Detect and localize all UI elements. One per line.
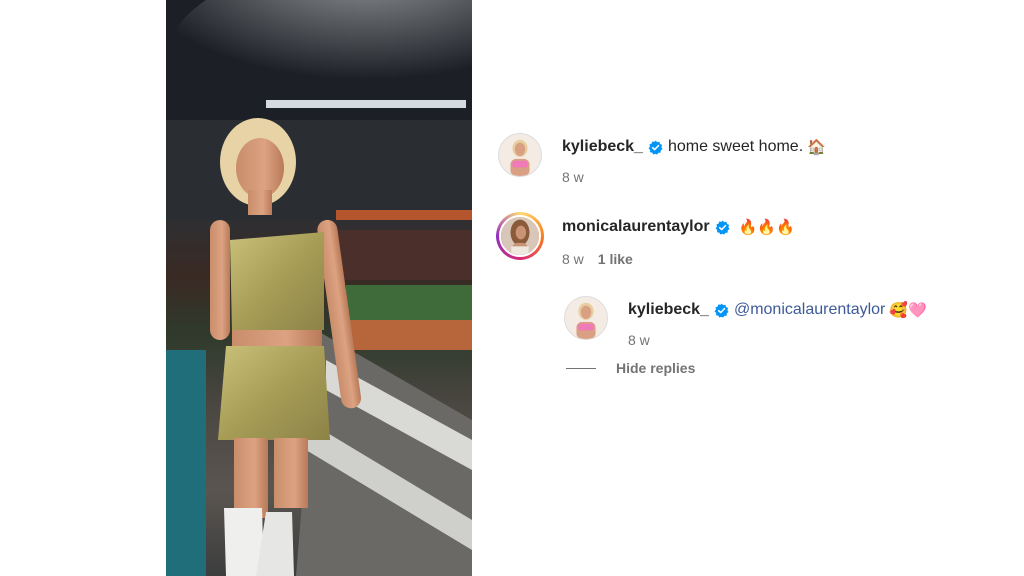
reply-1: kyliebeck_ @monicalaurentaylor 🥰🩷 bbox=[628, 301, 927, 319]
post-photo[interactable] bbox=[166, 0, 472, 576]
comments-panel: kyliebeck_ home sweet home. 🏠 8 w monica… bbox=[472, 0, 1024, 576]
comment-username[interactable]: monicalaurentaylor bbox=[562, 218, 710, 236]
heart-emoji: 🥰🩷 bbox=[889, 301, 927, 319]
fire-emoji: 🔥🔥🔥 bbox=[738, 218, 795, 236]
avatar-kyliebeck[interactable] bbox=[564, 296, 608, 340]
verified-badge-icon bbox=[648, 139, 663, 155]
comment-username[interactable]: kyliebeck_ bbox=[562, 138, 643, 156]
mention-link[interactable]: @monicalaurentaylor bbox=[734, 301, 885, 319]
hide-replies-label: Hide replies bbox=[616, 360, 696, 376]
house-emoji: 🏠 bbox=[807, 138, 826, 156]
comment-text: home sweet home. bbox=[667, 138, 804, 155]
comment-meta: 8 w bbox=[562, 169, 584, 185]
profile-photo bbox=[565, 297, 607, 339]
stadium-photo bbox=[166, 0, 472, 576]
reply-username[interactable]: kyliebeck_ bbox=[628, 301, 709, 319]
profile-photo bbox=[499, 134, 541, 176]
comment-likes[interactable]: 1 like bbox=[598, 251, 633, 267]
comment-2: monicalaurentaylor 🔥🔥🔥 bbox=[562, 218, 795, 236]
avatar-kyliebeck[interactable] bbox=[498, 133, 542, 177]
reply-meta: 8 w bbox=[628, 332, 650, 348]
comment-meta: 8 w 1 like bbox=[562, 251, 633, 267]
profile-photo bbox=[501, 217, 539, 255]
verified-badge-icon bbox=[714, 302, 729, 318]
hide-replies-button[interactable]: Hide replies bbox=[566, 360, 695, 376]
avatar-monicalaurentaylor[interactable] bbox=[496, 212, 544, 260]
divider-line bbox=[566, 367, 596, 369]
comment-1: kyliebeck_ home sweet home. 🏠 bbox=[562, 138, 826, 156]
reply-time[interactable]: 8 w bbox=[628, 332, 650, 348]
verified-badge-icon bbox=[715, 219, 730, 235]
comment-time[interactable]: 8 w bbox=[562, 169, 584, 185]
comment-time[interactable]: 8 w bbox=[562, 251, 584, 267]
